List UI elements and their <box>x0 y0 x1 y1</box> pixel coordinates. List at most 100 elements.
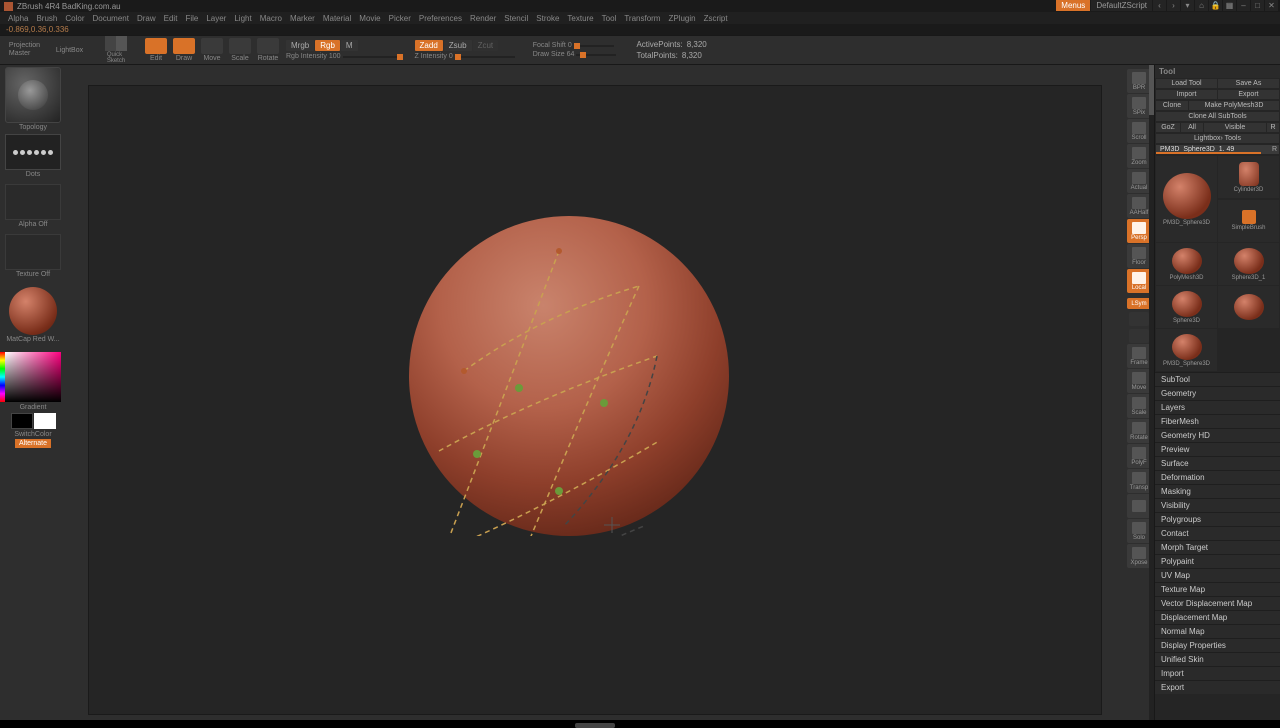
menu-layer[interactable]: Layer <box>202 12 230 24</box>
tool-item-2[interactable]: SimpleBrush <box>1218 200 1279 242</box>
section-polypaint[interactable]: Polypaint <box>1155 554 1280 568</box>
menu-preferences[interactable]: Preferences <box>415 12 466 24</box>
menu-document[interactable]: Document <box>89 12 133 24</box>
strip-floor[interactable]: Floor <box>1127 244 1151 268</box>
brush-thumbnail[interactable] <box>5 67 61 123</box>
strip-transp[interactable]: Transp <box>1127 469 1151 493</box>
strip-actual[interactable]: Actual <box>1127 169 1151 193</box>
strip-xpose[interactable]: Xpose <box>1127 544 1151 568</box>
menu-picker[interactable]: Picker <box>385 12 415 24</box>
strip-rotate[interactable]: Rotate <box>1127 419 1151 443</box>
goz-button[interactable]: GoZ <box>1156 123 1180 132</box>
menu-brush[interactable]: Brush <box>32 12 61 24</box>
draw-button[interactable]: Draw <box>170 36 198 64</box>
section-subtool[interactable]: SubTool <box>1155 372 1280 386</box>
menus-button[interactable]: Menus <box>1056 0 1090 11</box>
draw-size-slider[interactable] <box>576 54 616 56</box>
strip-spix[interactable]: SPix <box>1127 94 1151 118</box>
make-polymesh3d-button[interactable]: Make PolyMesh3D <box>1189 101 1279 110</box>
clone-all-subtools-button[interactable]: Clone All SubTools <box>1156 112 1279 121</box>
section-displacement-map[interactable]: Displacement Map <box>1155 610 1280 624</box>
maximize-icon[interactable]: □ <box>1251 0 1264 11</box>
menu-alpha[interactable]: Alpha <box>4 12 32 24</box>
menu-tool[interactable]: Tool <box>598 12 621 24</box>
exit-icon[interactable]: ✕ <box>1265 0 1278 11</box>
zadd-button[interactable]: Zadd <box>415 40 443 51</box>
import-button[interactable]: Import <box>1156 90 1217 99</box>
section-visibility[interactable]: Visibility <box>1155 498 1280 512</box>
menu-color[interactable]: Color <box>61 12 88 24</box>
zsub-button[interactable]: Zsub <box>444 40 472 51</box>
m-button[interactable]: M <box>341 40 358 51</box>
current-tool-field[interactable]: PM3D_Sphere3D_1. 49R <box>1156 145 1279 154</box>
menu-zscript[interactable]: Zscript <box>700 12 732 24</box>
section-unified-skin[interactable]: Unified Skin <box>1155 652 1280 666</box>
section-vector-displacement-map[interactable]: Vector Displacement Map <box>1155 596 1280 610</box>
tool-item-6[interactable] <box>1218 286 1279 328</box>
strip-zoom[interactable]: Zoom <box>1127 144 1151 168</box>
strip-small-11[interactable] <box>1129 329 1149 343</box>
strip-small-10[interactable] <box>1129 312 1149 326</box>
close-icon[interactable] <box>4 2 13 11</box>
tool-item-0[interactable]: PM3D_Sphere3D <box>1156 156 1217 242</box>
section-preview[interactable]: Preview <box>1155 442 1280 456</box>
menu-material[interactable]: Material <box>319 12 355 24</box>
gradient-label[interactable]: Gradient <box>20 404 47 411</box>
strip-aahalf[interactable]: AAHalf <box>1127 194 1151 218</box>
menu-draw[interactable]: Draw <box>133 12 160 24</box>
icon-strip-scrollbar[interactable] <box>1149 65 1154 720</box>
section-uv-map[interactable]: UV Map <box>1155 568 1280 582</box>
alternate-button[interactable]: Alternate <box>15 439 51 448</box>
swatch-primary[interactable] <box>11 413 33 429</box>
menu-light[interactable]: Light <box>230 12 255 24</box>
lightbox-tools-button[interactable]: Lightbox› Tools <box>1156 134 1279 143</box>
strip-persp[interactable]: Persp <box>1127 219 1151 243</box>
section-deformation[interactable]: Deformation <box>1155 470 1280 484</box>
section-polygroups[interactable]: Polygroups <box>1155 512 1280 526</box>
section-fibermesh[interactable]: FiberMesh <box>1155 414 1280 428</box>
tool-item-7[interactable]: PM3D_Sphere3D <box>1156 329 1217 371</box>
strip-solo[interactable]: Solo <box>1127 519 1151 543</box>
export-button[interactable]: Export <box>1218 90 1279 99</box>
lock-icon[interactable]: 🔒 <box>1209 0 1222 11</box>
menu-edit[interactable]: Edit <box>160 12 182 24</box>
strip-lsym[interactable]: LSym <box>1127 298 1151 309</box>
strip-polyf[interactable]: PolyF <box>1127 444 1151 468</box>
strip-scroll[interactable]: Scroll <box>1127 119 1151 143</box>
section-normal-map[interactable]: Normal Map <box>1155 624 1280 638</box>
tool-item-4[interactable]: Sphere3D_1 <box>1218 243 1279 285</box>
grid-icon[interactable]: ▦ <box>1223 0 1236 11</box>
arrow-left-icon[interactable]: ‹ <box>1153 0 1166 11</box>
menu-render[interactable]: Render <box>466 12 500 24</box>
menu-stroke[interactable]: Stroke <box>532 12 563 24</box>
save-as-button[interactable]: Save As <box>1218 79 1279 88</box>
strip-frame[interactable]: Frame <box>1127 344 1151 368</box>
section-layers[interactable]: Layers <box>1155 400 1280 414</box>
canvas[interactable] <box>88 85 1102 715</box>
texture-slot[interactable] <box>5 234 61 270</box>
tool-item-1[interactable]: Cylinder3D <box>1218 156 1279 198</box>
menu-transform[interactable]: Transform <box>620 12 664 24</box>
section-geometry[interactable]: Geometry <box>1155 386 1280 400</box>
arrow-right-icon[interactable]: › <box>1167 0 1180 11</box>
goz-all-button[interactable]: All <box>1181 123 1203 132</box>
projection-master-button[interactable]: Projection Master <box>0 36 48 64</box>
lightbox-button[interactable]: LightBox <box>48 36 90 64</box>
strip-btn17[interactable] <box>1127 494 1151 518</box>
load-tool-button[interactable]: Load Tool <box>1156 79 1217 88</box>
hue-bar[interactable] <box>0 352 5 402</box>
menu-movie[interactable]: Movie <box>355 12 384 24</box>
alpha-slot[interactable] <box>5 184 61 220</box>
move-button[interactable]: Move <box>198 36 226 64</box>
minimize-icon[interactable]: – <box>1237 0 1250 11</box>
section-morph-target[interactable]: Morph Target <box>1155 540 1280 554</box>
menu-macro[interactable]: Macro <box>256 12 286 24</box>
canvas-scrollbar[interactable] <box>575 723 615 728</box>
scale-button[interactable]: Scale <box>226 36 254 64</box>
tool-item-5[interactable]: Sphere3D <box>1156 286 1217 328</box>
collapse-icon[interactable]: ▾ <box>1181 0 1194 11</box>
section-geometry-hd[interactable]: Geometry HD <box>1155 428 1280 442</box>
menu-file[interactable]: File <box>181 12 202 24</box>
material-thumbnail[interactable] <box>9 287 57 335</box>
z-intensity-slider[interactable] <box>455 56 515 58</box>
